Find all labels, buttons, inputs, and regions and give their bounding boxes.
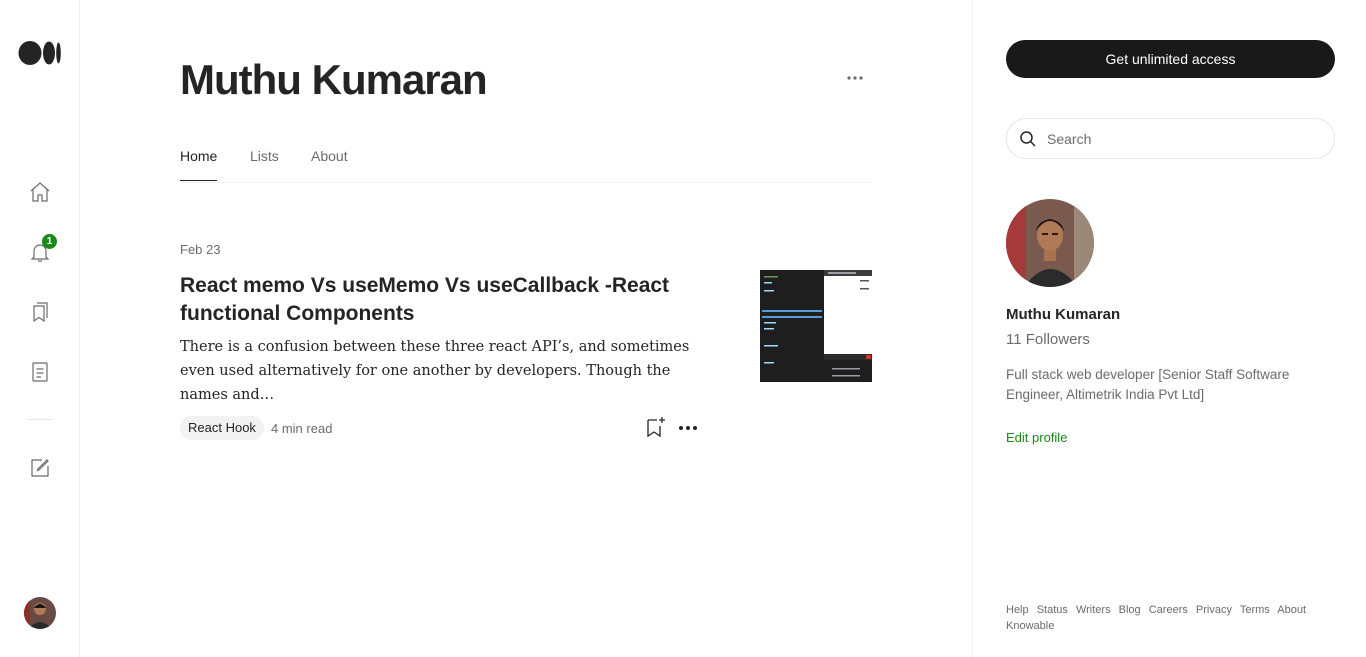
profile-tabs: Home Lists About [180, 148, 872, 183]
edit-profile-link[interactable]: Edit profile [1006, 430, 1067, 445]
footer-link-help[interactable]: Help [1006, 604, 1029, 616]
post-thumbnail[interactable] [760, 270, 872, 382]
tab-lists[interactable]: Lists [250, 148, 279, 180]
post-tag[interactable]: React Hook [180, 416, 264, 440]
library-icon[interactable] [27, 299, 53, 325]
post-more-icon[interactable] [677, 420, 699, 436]
footer-link-careers[interactable]: Careers [1149, 604, 1188, 616]
more-options-icon[interactable] [845, 70, 865, 86]
right-sidebar: Get unlimited access Muthu Kumaran 11 Fo… [972, 0, 1366, 657]
footer-link-blog[interactable]: Blog [1119, 604, 1141, 616]
get-unlimited-access-button[interactable]: Get unlimited access [1006, 40, 1335, 78]
footer-link-privacy[interactable]: Privacy [1196, 604, 1232, 616]
notification-badge: 1 [42, 234, 57, 249]
footer-link-status[interactable]: Status [1037, 604, 1068, 616]
page-title: Muthu Kumaran [180, 56, 488, 103]
search-icon [1020, 130, 1036, 147]
post-date: Feb 23 [180, 242, 221, 257]
user-avatar[interactable] [24, 597, 56, 629]
stories-icon[interactable] [27, 359, 53, 385]
footer-links: Help Status Writers Blog Careers Privacy… [1006, 602, 1326, 634]
write-icon[interactable] [27, 455, 53, 481]
read-time: 4 min read [271, 421, 333, 436]
search-box[interactable] [1006, 118, 1335, 159]
footer-link-knowable[interactable]: Knowable [1006, 620, 1054, 632]
left-rail: 1 [0, 0, 80, 657]
search-input[interactable] [1047, 130, 1307, 147]
post-excerpt[interactable]: There is a confusion between these three… [180, 335, 700, 407]
home-icon[interactable] [27, 179, 53, 205]
footer-link-about[interactable]: About [1277, 604, 1306, 616]
profile-bio: Full stack web developer [Senior Staff S… [1006, 367, 1290, 402]
footer-link-terms[interactable]: Terms [1240, 604, 1270, 616]
post-title[interactable]: React memo Vs useMemo Vs useCallback -Re… [180, 272, 720, 328]
footer-link-writers[interactable]: Writers [1076, 604, 1111, 616]
tab-home[interactable]: Home [180, 148, 218, 181]
bookmark-add-icon[interactable] [646, 416, 666, 438]
medium-logo-icon[interactable] [18, 40, 62, 66]
tab-about[interactable]: About [311, 148, 348, 180]
profile-avatar[interactable] [1006, 199, 1094, 287]
profile-name[interactable]: Muthu Kumaran [1006, 306, 1120, 323]
followers-count[interactable]: 11 Followers [1006, 331, 1090, 348]
rail-divider [28, 419, 52, 420]
